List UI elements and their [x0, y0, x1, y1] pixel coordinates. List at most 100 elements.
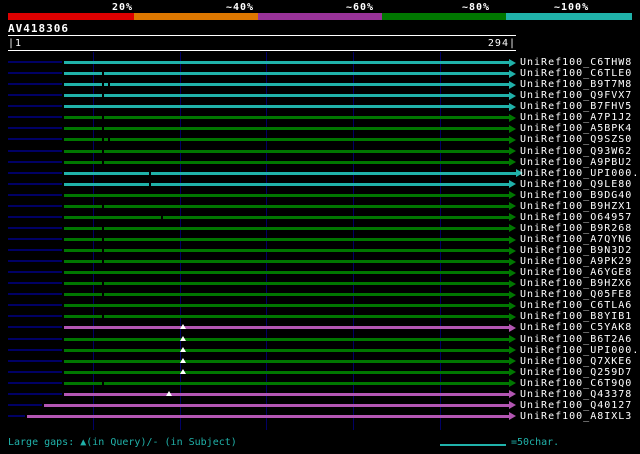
hit-label[interactable]: UniRef100_O64957	[520, 212, 632, 223]
alignment-bar[interactable]	[63, 204, 510, 208]
hit-label[interactable]: UniRef100_B8YIB1	[520, 311, 632, 322]
hit-label[interactable]: UniRef100_C6THW8	[520, 57, 632, 68]
alignment-bar[interactable]	[63, 348, 510, 352]
hit-label[interactable]: UniRef100_A6YGE8	[520, 267, 632, 278]
alignment-bar[interactable]	[63, 149, 510, 153]
hit-label[interactable]: UniRef100_UPI000..	[520, 168, 640, 179]
subject-gap-tick	[102, 259, 105, 265]
hit-label[interactable]: UniRef100_C6TLA6	[520, 300, 632, 311]
hit-label[interactable]: UniRef100_Q43378	[520, 389, 632, 400]
alignment-bar[interactable]	[63, 72, 510, 76]
alignment-bar[interactable]	[63, 326, 510, 330]
hit-label[interactable]: UniRef100_A8IXL3	[520, 411, 632, 422]
alignment-bar[interactable]	[63, 105, 510, 109]
hit-label[interactable]: UniRef100_C5YAK8	[520, 322, 632, 333]
hit-label[interactable]: UniRef100_B9T7M8	[520, 79, 632, 90]
hit-label[interactable]: UniRef100_Q9LE80	[520, 179, 632, 190]
subject-gap-tick	[102, 237, 105, 242]
alignment-bar[interactable]	[63, 215, 510, 219]
hit-label[interactable]: UniRef100_B7FHV5	[520, 101, 632, 112]
hit-label[interactable]: UniRef100_Q7XKE6	[520, 356, 632, 367]
alignment-bar[interactable]	[27, 414, 510, 418]
alignment-bar[interactable]	[63, 138, 510, 142]
uncovered-region-line	[8, 348, 62, 351]
alignment-bar[interactable]	[63, 304, 510, 308]
hit-label[interactable]: UniRef100_Q259D7	[520, 367, 632, 378]
alignment-bar[interactable]	[63, 392, 510, 396]
hit-label[interactable]: UniRef100_A9PK29	[520, 256, 632, 267]
alignment-bar[interactable]	[63, 116, 510, 120]
alignment-row: UniRef100_B9HZX6	[0, 278, 640, 289]
hit-label[interactable]: UniRef100_A7QYN6	[520, 234, 632, 245]
uncovered-region-line	[8, 326, 62, 329]
uncovered-region-line	[8, 249, 62, 251]
hit-label[interactable]: UniRef100_B9N3D2	[520, 245, 632, 256]
alignment-row: UniRef100_Q7XKE6	[0, 356, 640, 367]
alignment-bar[interactable]	[63, 226, 510, 230]
hit-arrow-icon	[509, 147, 517, 155]
hit-arrow-icon	[509, 312, 517, 321]
alignment-bar[interactable]	[63, 293, 510, 297]
alignment-bar[interactable]	[63, 337, 510, 341]
uncovered-region-line	[8, 315, 62, 318]
alignment-bar[interactable]	[63, 282, 510, 286]
alignment-bar[interactable]	[63, 182, 510, 186]
hit-label[interactable]: UniRef100_B9DG40	[520, 190, 632, 201]
hit-arrow-icon	[509, 346, 517, 355]
subject-gap-tick	[102, 314, 105, 320]
alignment-bar[interactable]	[63, 271, 510, 275]
hit-label[interactable]: UniRef100_B9HZX6	[520, 278, 632, 289]
query-gap-triangle-icon	[166, 390, 173, 396]
alignment-bar[interactable]	[63, 381, 510, 385]
alignment-bar[interactable]	[63, 127, 510, 131]
uncovered-region-line	[8, 94, 62, 97]
alignment-bar[interactable]	[63, 260, 510, 264]
hit-label[interactable]: UniRef100_A5BPK4	[520, 123, 632, 134]
alignment-bar[interactable]	[63, 249, 510, 252]
alignment-row: UniRef100_Q93W62	[0, 146, 640, 157]
subject-gap-tick	[102, 380, 105, 386]
alignment-bar[interactable]	[63, 94, 510, 98]
alignment-bar[interactable]	[44, 403, 510, 407]
hit-label[interactable]: UniRef100_B9HZX1	[520, 201, 632, 212]
alignment-row: UniRef100_UPI000..	[0, 168, 640, 179]
alignment-bar[interactable]	[63, 370, 510, 374]
hit-label[interactable]: UniRef100_Q9FVX7	[520, 90, 632, 101]
hit-label[interactable]: UniRef100_C6TLE0	[520, 68, 632, 79]
hit-arrow-icon	[509, 412, 517, 421]
hit-arrow-icon	[509, 379, 517, 388]
alignment-bar[interactable]	[63, 61, 510, 64]
hit-arrow-icon	[509, 113, 517, 122]
alignment-bar[interactable]	[63, 193, 510, 197]
alignment-row: UniRef100_A6YGE8	[0, 267, 640, 278]
subject-gap-tick	[102, 126, 105, 132]
subject-gap-tick	[102, 203, 105, 209]
alignment-bar[interactable]	[63, 315, 510, 319]
alignment-bar[interactable]	[63, 171, 516, 175]
uncovered-region-line	[8, 337, 62, 340]
hit-arrow-icon	[509, 323, 517, 332]
alignment-bar[interactable]	[63, 83, 510, 87]
alignment-row: UniRef100_A5BPK4	[0, 123, 640, 134]
uncovered-region-line	[8, 271, 62, 274]
alignment-bar[interactable]	[63, 359, 510, 363]
hit-label[interactable]: UniRef100_UPI000..	[520, 345, 640, 356]
uncovered-region-line	[8, 204, 62, 207]
uncovered-region-line	[8, 105, 62, 108]
alignment-bar[interactable]	[63, 238, 510, 241]
uncovered-region-line	[8, 215, 62, 218]
hit-arrow-icon	[509, 268, 517, 277]
hit-label[interactable]: UniRef100_Q05FE8	[520, 289, 632, 300]
hit-label[interactable]: UniRef100_B9R268	[520, 223, 632, 234]
hit-label[interactable]: UniRef100_Q93W62	[520, 146, 632, 157]
hit-label[interactable]: UniRef100_B6T2A6	[520, 334, 632, 345]
hit-label[interactable]: UniRef100_A9PBU2	[520, 157, 632, 168]
hit-label[interactable]: UniRef100_Q40127	[520, 400, 632, 411]
alignment-bar[interactable]	[63, 160, 510, 164]
subject-gap-tick	[102, 137, 105, 143]
uncovered-region-line	[8, 282, 62, 285]
hit-label[interactable]: UniRef100_A7P1J2	[520, 112, 632, 123]
hit-label[interactable]: UniRef100_Q9SZS0	[520, 134, 632, 145]
hit-label[interactable]: UniRef100_C6T9Q0	[520, 378, 632, 389]
uncovered-region-line	[8, 83, 62, 86]
